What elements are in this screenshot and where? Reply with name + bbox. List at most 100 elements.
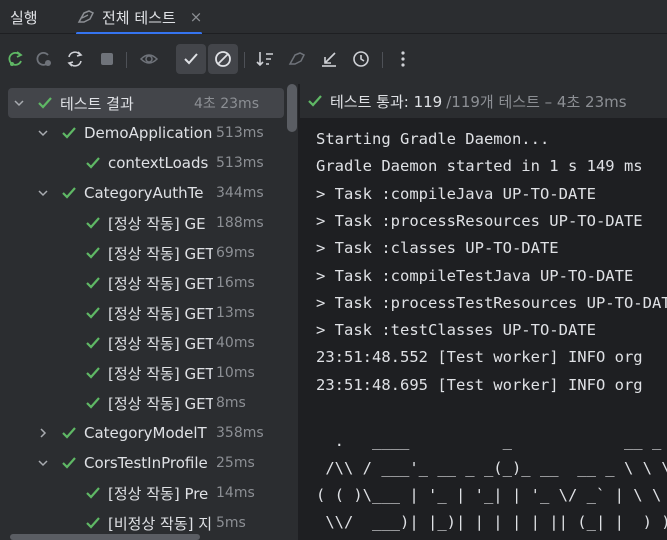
vertical-scrollbar[interactable] <box>287 84 297 132</box>
show-passed-icon[interactable] <box>176 44 206 74</box>
tree-row-label: [정상 작동] GE <box>108 214 206 233</box>
rerun-icon[interactable] <box>0 44 30 74</box>
tree-row-label: 테스트 결과 <box>60 94 134 113</box>
tree-row-label: [정상 작동] Pre <box>108 484 209 503</box>
tree-class-row[interactable]: DemoApplication 513ms <box>0 118 286 148</box>
passed-check-icon <box>308 95 322 107</box>
console-output[interactable]: Starting Gradle Daemon... Gradle Daemon s… <box>300 118 667 540</box>
console-line: > Task :processTestResources UP-TO-DATE <box>316 293 667 312</box>
passed-check-icon <box>86 337 100 349</box>
tree-test-row[interactable]: [정상 작동] GET 10ms <box>0 358 286 388</box>
console-line: 23:51:48.695 [Test worker] INFO org <box>316 375 643 394</box>
rerun-failed-icon[interactable] <box>28 44 58 74</box>
stop-icon[interactable] <box>92 44 122 74</box>
close-icon[interactable]: × <box>190 8 203 26</box>
tree-test-row[interactable]: [정상 작동] GET 16ms <box>0 268 286 298</box>
tree-row-label: [정상 작동] GET <box>108 304 213 323</box>
tab-run[interactable]: 실행 <box>10 0 38 34</box>
tree-row-duration: 25ms <box>216 455 255 471</box>
tree-row-duration: 513ms <box>216 155 264 171</box>
tree-row-label: [정상 작동] GET <box>108 334 213 353</box>
summary-passed: 테스트 통과: 119 <box>330 92 443 111</box>
chevron-down-icon[interactable] <box>36 126 50 140</box>
chevron-down-icon[interactable] <box>12 96 26 110</box>
chevron-down-icon[interactable] <box>36 456 50 470</box>
import-tests-icon[interactable] <box>282 44 312 74</box>
tab-all-tests[interactable]: 전체 테스트 × <box>76 0 203 35</box>
tree-class-row[interactable]: CorsTestInProfile 25ms <box>0 448 286 478</box>
test-tree: 테스트 결과 4초 23ms DemoApplication 513ms context… <box>0 84 298 540</box>
spring-banner-line: ( ( )\___ | '_ | '_| | '_ \/ _` | \ \ \ … <box>316 486 667 504</box>
spring-banner-line: . ____ _ __ _ _ <box>316 432 667 450</box>
chevron-down-icon[interactable] <box>36 186 50 200</box>
console-line: > Task :compileJava UP-TO-DATE <box>316 184 596 203</box>
tree-test-row[interactable]: [정상 작동] GE 188ms <box>0 208 286 238</box>
passed-check-icon <box>86 397 100 409</box>
passed-check-icon <box>86 307 100 319</box>
test-summary-bar: 테스트 통과: 119 /119개 테스트 – 4초 23ms <box>300 84 667 118</box>
tree-row-duration: 188ms <box>216 215 264 231</box>
tree-row-duration: 40ms <box>216 335 255 351</box>
summary-rest: /119개 테스트 – 4초 23ms <box>446 92 627 111</box>
passed-check-icon <box>62 187 76 199</box>
passed-check-icon <box>38 97 52 109</box>
console-line: > Task :classes UP-TO-DATE <box>316 239 559 258</box>
tree-test-row[interactable]: [정상 작동] GET 69ms <box>0 238 286 268</box>
history-icon[interactable] <box>346 44 376 74</box>
tree-test-row[interactable]: [비정상 작동] 지 5ms <box>0 508 286 538</box>
tree-row-label: [비정상 작동] 지 <box>108 514 213 533</box>
test-runner-toolbar <box>0 34 667 84</box>
tree-row-label: contextLoads <box>108 154 209 172</box>
passed-check-icon <box>62 127 76 139</box>
tree-row-duration: 5ms <box>216 515 246 531</box>
passed-check-icon <box>86 157 100 169</box>
console-line: 23:51:48.552 [Test worker] INFO org <box>316 348 643 367</box>
tree-row-label: CategoryModelT <box>84 424 207 442</box>
passed-check-icon <box>86 367 100 379</box>
tree-row-duration: 513ms <box>216 125 264 141</box>
tree-row-label: CategoryAuthTe <box>84 184 204 202</box>
tree-row-duration: 14ms <box>216 485 255 501</box>
tab-run-label: 실행 <box>10 8 38 27</box>
tree-row-label: CorsTestInProfile <box>84 454 208 472</box>
tree-row-label: [정상 작동] GET <box>108 274 213 293</box>
passed-check-icon <box>86 517 100 529</box>
passed-check-icon <box>62 457 76 469</box>
tree-row-label: [정상 작동] GET <box>108 394 213 413</box>
spring-banner-line: /\\ / ___'_ __ _ _(_)_ __ __ _ \ \ \ \ <box>316 459 667 477</box>
more-icon[interactable] <box>388 44 418 74</box>
tree-test-row[interactable]: [정상 작동] Pre 14ms <box>0 478 286 508</box>
toolbar-separator <box>126 52 127 68</box>
tree-root-results[interactable]: 테스트 결과 4초 23ms <box>8 88 284 118</box>
tree-test-row[interactable]: [정상 작동] GET 8ms <box>0 388 286 418</box>
tree-row-duration: 358ms <box>216 425 264 441</box>
tool-window-tabbar: 실행 전체 테스트 × <box>0 0 667 35</box>
show-ignored-icon[interactable] <box>134 44 164 74</box>
sort-icon[interactable] <box>250 44 280 74</box>
toggle-auto-test-icon[interactable] <box>60 44 90 74</box>
passed-check-icon <box>86 487 100 499</box>
tree-class-row[interactable]: CategoryAuthTe 344ms <box>0 178 286 208</box>
tree-test-row[interactable]: contextLoads 513ms <box>0 148 286 178</box>
show-ignored-filter-icon[interactable] <box>208 44 238 74</box>
tree-row-duration: 69ms <box>216 245 255 261</box>
tab-all-tests-label: 전체 테스트 <box>102 8 176 27</box>
toolbar-separator <box>382 52 383 68</box>
tree-test-row[interactable]: [정상 작동] GET 13ms <box>0 298 286 328</box>
console-line: > Task :testClasses UP-TO-DATE <box>316 321 596 340</box>
console-line: Gradle Daemon started in 1 s 149 ms <box>316 157 643 176</box>
tree-row-label: DemoApplication <box>84 124 213 142</box>
console-line: Starting Gradle Daemon... <box>316 130 550 148</box>
passed-check-icon <box>62 427 76 439</box>
passed-check-icon <box>86 217 100 229</box>
passed-check-icon <box>86 247 100 259</box>
export-icon[interactable] <box>314 44 344 74</box>
toolbar-separator <box>244 52 245 68</box>
tree-row-duration: 344ms <box>216 185 264 201</box>
tree-row-duration: 8ms <box>216 395 246 411</box>
tree-test-row[interactable]: [정상 작동] GET 40ms <box>0 328 286 358</box>
chevron-right-icon[interactable] <box>36 426 50 440</box>
tree-class-row[interactable]: CategoryModelT 358ms <box>0 418 286 448</box>
test-flask-icon <box>77 10 95 23</box>
console-line: > Task :processResources UP-TO-DATE <box>316 211 643 230</box>
